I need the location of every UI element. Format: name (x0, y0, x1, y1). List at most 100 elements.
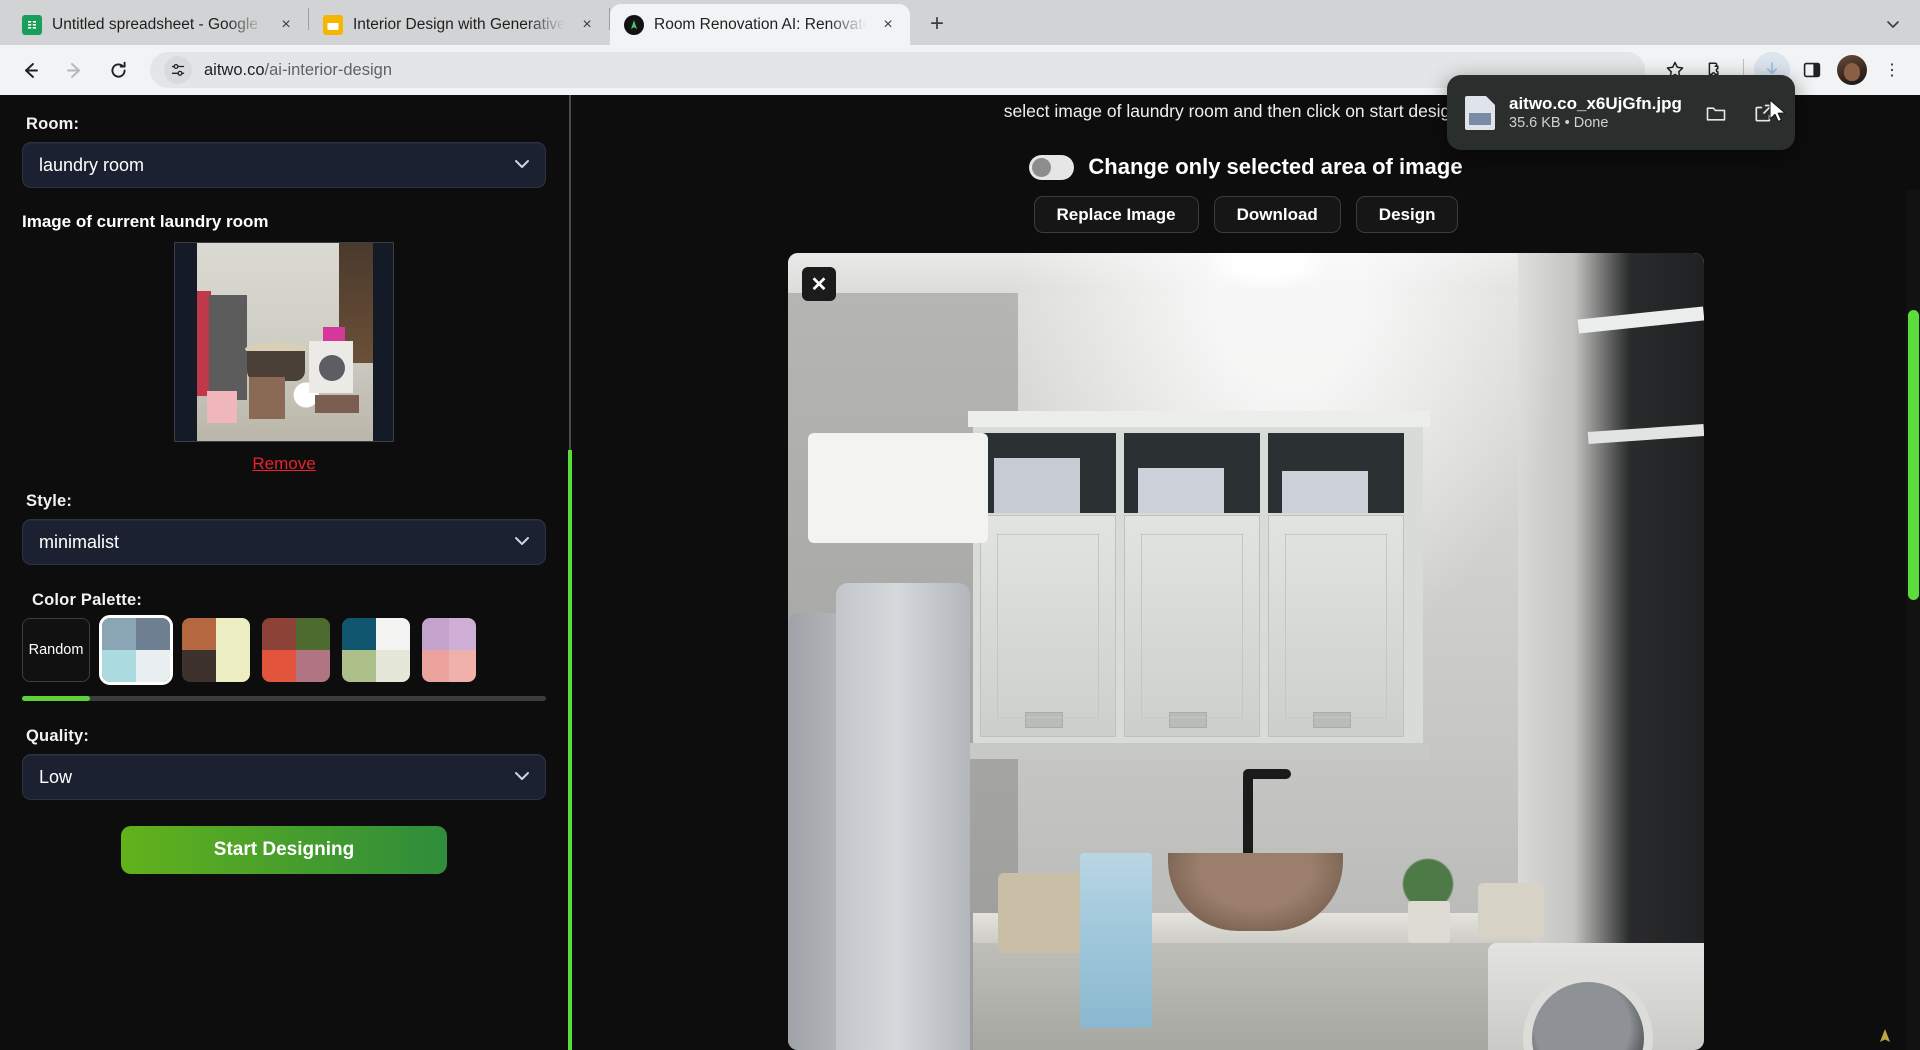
preview-cabinet-door-2 (1124, 515, 1260, 737)
toggle-knob (1032, 158, 1051, 177)
swatch-color (182, 650, 216, 682)
image-action-buttons: Replace Image Download Design (1034, 196, 1459, 233)
palette-swatch-lilac-pink[interactable] (422, 618, 476, 682)
footer-icon (1878, 1028, 1892, 1048)
tabstrip-actions (1878, 9, 1920, 45)
chevron-down-icon (513, 157, 531, 174)
forward-button[interactable] (54, 50, 94, 90)
tab-strip: Untitled spreadsheet - Google Sheets × I… (0, 0, 1920, 45)
preview-cabinet-door-1 (980, 515, 1116, 737)
swatch-color (262, 618, 296, 650)
folder-icon[interactable] (1699, 96, 1733, 130)
swatch-color (136, 650, 170, 682)
reload-button[interactable] (98, 50, 138, 90)
remove-image-link[interactable]: Remove (22, 454, 546, 474)
room-label: Room: (26, 115, 546, 134)
close-icon[interactable]: × (575, 13, 599, 37)
preview-cubby-bin-2 (1138, 468, 1224, 513)
chevron-down-icon (513, 534, 531, 551)
tune-icon[interactable] (164, 56, 192, 84)
swatch-color (422, 650, 449, 682)
window-icon (323, 15, 343, 35)
chevron-down-icon[interactable] (1878, 9, 1908, 39)
tab-untitled-spreadsheet[interactable]: Untitled spreadsheet - Google Sheets × (8, 4, 308, 45)
avatar[interactable] (1834, 52, 1870, 88)
room-select-value: laundry room (39, 155, 513, 176)
page-content: Room: laundry room Image of current laun… (0, 95, 1920, 1050)
thumb-locker (209, 295, 247, 400)
page-scrollbar-thumb[interactable] (1908, 310, 1919, 600)
tab-interior-design[interactable]: Interior Design with Generative AI × (309, 4, 609, 45)
open-in-new-icon[interactable] (1747, 96, 1781, 130)
swatch-color (182, 618, 216, 650)
preview-wicker-basket (998, 873, 1084, 953)
quality-select[interactable]: Low (22, 754, 546, 800)
split-panel-icon[interactable] (1794, 52, 1830, 88)
close-icon[interactable]: × (274, 13, 298, 37)
design-button[interactable]: Design (1356, 196, 1459, 233)
download-button[interactable]: Download (1214, 196, 1341, 233)
preview-cabinet-top (968, 411, 1430, 427)
chrome-menu-icon[interactable]: ⋮ (1874, 52, 1910, 88)
divider-track (569, 95, 571, 450)
swatch-color (296, 650, 330, 682)
thumb-washing-machine (309, 341, 353, 393)
swatch-color (102, 650, 136, 682)
palette-swatch-blue-grey[interactable] (102, 618, 170, 682)
preview-door-handle (1313, 712, 1351, 728)
download-status: 35.6 KB • Done (1509, 115, 1608, 131)
tab-title: Untitled spreadsheet - Google Sheets (52, 16, 264, 34)
close-icon[interactable]: ✕ (802, 267, 836, 301)
tab-title: Interior Design with Generative AI (353, 16, 565, 34)
preview-image[interactable]: ✕ (788, 253, 1704, 1050)
swatch-color (216, 650, 250, 682)
download-notification[interactable]: aitwo.co_x6UjGfn.jpg 35.6 KB • Done (1447, 75, 1795, 150)
thumb-pink-basket (207, 391, 237, 423)
tab-room-renovation-ai[interactable]: Room Renovation AI: Renovate Your Room × (610, 4, 910, 45)
swatch-color (102, 618, 136, 650)
style-select[interactable]: minimalist (22, 519, 546, 565)
swatch-color (216, 618, 250, 650)
palette-scroll-slider[interactable] (22, 696, 546, 701)
preview-right-basket (1478, 883, 1544, 939)
back-button[interactable] (10, 50, 50, 90)
color-palette-row: Random (22, 618, 546, 682)
replace-image-button[interactable]: Replace Image (1034, 196, 1199, 233)
current-room-thumbnail[interactable] (174, 242, 394, 442)
thumb-floor-mat (315, 395, 359, 413)
download-file-name: aitwo.co_x6UjGfn.jpg (1509, 94, 1682, 113)
chevron-down-icon (513, 769, 531, 786)
preview-cabinet-bottom (968, 743, 1430, 759)
start-designing-button[interactable]: Start Designing (121, 826, 447, 874)
palette-scroll-thumb[interactable] (22, 696, 90, 701)
close-icon[interactable]: × (876, 13, 900, 37)
quality-select-value: Low (39, 767, 513, 788)
palette-swatch-random[interactable]: Random (22, 618, 90, 682)
palette-swatch-terracotta-cream[interactable] (182, 618, 250, 682)
palette-swatch-teal-white[interactable] (342, 618, 410, 682)
swatch-color (449, 618, 476, 650)
style-label: Style: (26, 492, 546, 511)
preview-plant-pot (1408, 901, 1450, 943)
swatch-color (376, 650, 410, 682)
page-scrollbar[interactable] (1906, 190, 1920, 1050)
preview-cabinet-door-3 (1268, 515, 1404, 737)
url-text: aitwo.co/ai-interior-design (204, 61, 392, 80)
room-select[interactable]: laundry room (22, 142, 546, 188)
preview-faucet (1243, 773, 1253, 863)
swatch-color (262, 650, 296, 682)
swatch-color (449, 650, 476, 682)
selected-area-toggle-row: Change only selected area of image (1029, 154, 1462, 180)
url-path: /ai-interior-design (265, 61, 392, 79)
controls-sidebar: Room: laundry room Image of current laun… (0, 95, 568, 1050)
profile-photo (1837, 55, 1867, 85)
swatch-color (422, 618, 449, 650)
preview-plant (1393, 848, 1463, 908)
url-host: aitwo.co (204, 61, 265, 79)
color-palette-label: Color Palette: (32, 591, 546, 610)
palette-swatch-red-green[interactable] (262, 618, 330, 682)
selected-area-toggle[interactable] (1029, 155, 1074, 180)
new-tab-button[interactable]: + (920, 7, 954, 41)
preview-counter-body (973, 943, 1533, 1050)
address-bar[interactable]: aitwo.co/ai-interior-design (150, 52, 1645, 88)
